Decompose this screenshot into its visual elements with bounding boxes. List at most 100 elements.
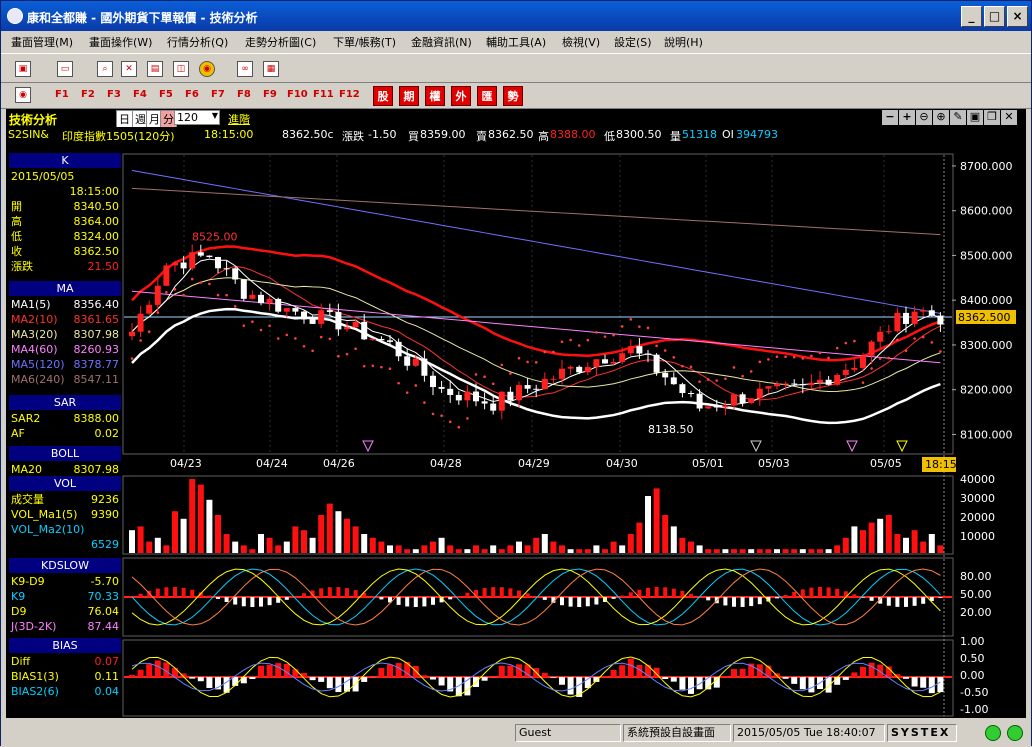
plus-icon[interactable]: + — [899, 110, 915, 125]
f12-button[interactable]: F12 — [339, 89, 360, 100]
layout-icon[interactable]: ▣ — [15, 61, 31, 77]
ma-header[interactable]: MA — [9, 281, 121, 296]
kd-diff-bar — [594, 597, 598, 605]
minimize-button[interactable]: _ — [961, 6, 982, 27]
candle-body — [456, 395, 462, 400]
menu-settings[interactable]: 設定(S) — [614, 34, 652, 50]
volume-bar — [679, 538, 685, 553]
close-button[interactable]: × — [1007, 6, 1028, 27]
candle-body — [740, 394, 746, 403]
volume-bar — [697, 545, 703, 553]
period-day[interactable]: 日 — [116, 110, 133, 128]
f11-button[interactable]: F11 — [313, 89, 334, 100]
menu-trend-chart[interactable]: 走勢分析圖(C) — [245, 34, 316, 50]
cursor-time-label: 18:15 — [925, 458, 957, 471]
value: 8361.65 — [74, 312, 120, 327]
zoom-in-icon[interactable]: ⊕ — [933, 110, 949, 125]
f8-button[interactable]: F8 — [237, 89, 251, 100]
home-icon[interactable]: ◉ — [15, 87, 31, 103]
zoom-out-icon[interactable]: ⊖ — [916, 110, 932, 125]
price-axis-label: 8100.000 — [960, 428, 1013, 441]
f6-button[interactable]: F6 — [185, 89, 199, 100]
value: 0.11 — [95, 669, 120, 684]
f3-button[interactable]: F3 — [107, 89, 121, 100]
bias-axis-label: 0.00 — [960, 669, 985, 682]
monitor-icon[interactable]: ▭ — [57, 61, 73, 77]
draw-icon[interactable]: ✎ — [950, 110, 966, 125]
volume-bar — [705, 549, 711, 553]
link-icon[interactable]: ∞ — [237, 61, 253, 77]
sar-header[interactable]: SAR — [9, 395, 121, 410]
f4-button[interactable]: F4 — [133, 89, 147, 100]
save-icon[interactable]: ▣ — [967, 110, 983, 125]
advanced-link[interactable]: 進階 — [228, 111, 250, 127]
menu-view[interactable]: 檢視(V) — [562, 34, 600, 50]
maximize-button[interactable]: □ — [984, 6, 1005, 27]
print-icon[interactable]: ▦ — [263, 61, 279, 77]
futures-button[interactable]: 期 — [399, 86, 419, 106]
current-price-label: 8362.500 — [958, 311, 1011, 324]
sar-dot — [260, 329, 263, 332]
sar-dot — [741, 375, 744, 378]
bias-diff-bar — [267, 665, 273, 677]
trend-button[interactable]: 勢 — [503, 86, 523, 106]
volume-bar — [826, 549, 832, 553]
bias-diff-bar — [146, 664, 152, 677]
bias-header[interactable]: BIAS — [9, 638, 121, 653]
price-chart[interactable]: 04/2304/2404/2604/2804/2904/3005/0105/03… — [122, 153, 1026, 718]
sar-dot — [182, 294, 185, 297]
fx-button[interactable]: 匯 — [477, 86, 497, 106]
kd-header[interactable]: KDSLOW — [9, 558, 121, 573]
f5-button[interactable]: F5 — [159, 89, 173, 100]
kd-diff-bar — [156, 589, 160, 597]
f10-button[interactable]: F10 — [287, 89, 308, 100]
panel-close-icon[interactable]: ✕ — [1001, 110, 1017, 125]
tile-icon[interactable]: ▤ — [147, 61, 163, 77]
kd-diff-bar — [190, 590, 194, 597]
volume-bar — [542, 534, 548, 553]
menu-help[interactable]: 說明(H) — [664, 34, 703, 50]
restore-icon[interactable]: ❐ — [984, 110, 1000, 125]
high-value: 8388.00 — [550, 128, 596, 141]
f1-button[interactable]: F1 — [55, 89, 69, 100]
app-window: 康和全都賺 - 國外期貨下單報價 - 技術分析 _ □ × 畫面管理(M) 畫面… — [0, 0, 1032, 746]
bias-diff-bar — [189, 677, 195, 679]
candle-body — [516, 385, 522, 400]
k-header[interactable]: K — [9, 153, 121, 168]
menu-screen-manage[interactable]: 畫面管理(M) — [11, 34, 73, 50]
alert-icon[interactable]: ◉ — [199, 61, 215, 77]
sar-dot — [337, 355, 340, 358]
date-label: 04/28 — [430, 457, 462, 470]
volume-bar — [937, 545, 943, 553]
f2-button[interactable]: F2 — [81, 89, 95, 100]
stock-button[interactable]: 股 — [373, 86, 393, 106]
date-label: 05/05 — [870, 457, 902, 470]
sar-dot — [784, 355, 787, 358]
vol-header[interactable]: VOL — [9, 476, 121, 491]
value: 8388.00 — [74, 411, 120, 426]
kd-diff-bar — [612, 597, 616, 599]
candle-body — [284, 308, 290, 312]
menu-order-account[interactable]: 下單/帳務(T) — [333, 34, 396, 50]
options-button[interactable]: 權 — [425, 86, 445, 106]
f7-button[interactable]: F7 — [211, 89, 225, 100]
menu-quote-analysis[interactable]: 行情分析(Q) — [167, 34, 228, 50]
search-icon[interactable]: ⌕ — [97, 61, 113, 77]
minus-icon[interactable]: − — [882, 110, 898, 125]
k-date-text: 2015/05/05 — [11, 169, 74, 184]
sar-dot — [243, 324, 246, 327]
split-icon[interactable]: ◫ — [173, 61, 189, 77]
kd-diff-bar — [938, 597, 942, 598]
menu-tools[interactable]: 輔助工具(A) — [486, 34, 546, 50]
menu-finance-info[interactable]: 金融資訊(N) — [411, 34, 472, 50]
close-window-icon[interactable]: ✕ — [121, 61, 137, 77]
volume-bar — [817, 549, 823, 553]
sar-dot — [905, 349, 908, 352]
sar-dot — [913, 337, 916, 340]
f9-button[interactable]: F9 — [263, 89, 277, 100]
k-time: 18:15:00 — [11, 184, 121, 199]
boll-header[interactable]: BOLL — [9, 446, 121, 461]
menu-screen-ops[interactable]: 畫面操作(W) — [89, 34, 152, 50]
interval-select[interactable]: 120▼ — [174, 110, 220, 125]
foreign-button[interactable]: 外 — [451, 86, 471, 106]
